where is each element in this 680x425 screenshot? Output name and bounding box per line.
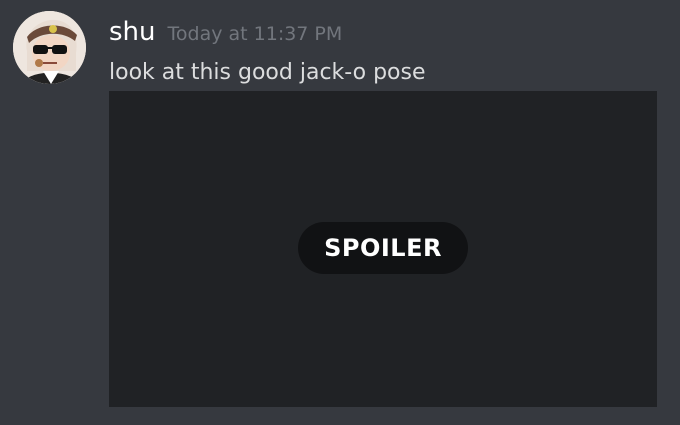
- chat-message: shu Today at 11:37 PM look at this good …: [0, 0, 680, 425]
- username[interactable]: shu: [109, 14, 156, 50]
- spoiler-button[interactable]: SPOILER: [298, 222, 468, 274]
- message-header: shu Today at 11:37 PM: [109, 14, 342, 50]
- message-content: look at this good jack-o pose: [109, 60, 426, 85]
- timestamp: Today at 11:37 PM: [167, 23, 343, 45]
- avatar[interactable]: [13, 11, 86, 84]
- avatar-icon: [13, 11, 86, 84]
- spoiler-attachment[interactable]: SPOILER: [109, 91, 657, 407]
